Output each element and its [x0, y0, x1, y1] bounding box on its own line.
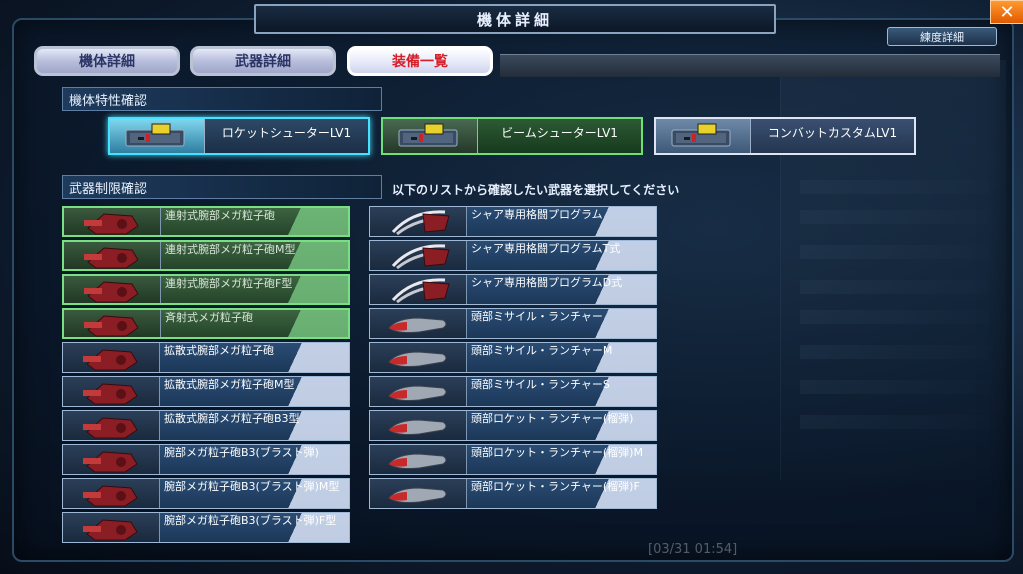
beam-arm-icon [63, 445, 160, 474]
weapon-list-item[interactable]: 腕部メガ粒子砲B3(ブラスト弾)F型 [62, 512, 350, 543]
weapon-label: 頭部ロケット・ランチャー(榴弾) [467, 411, 656, 440]
instruction-text: 以下のリストから確認したい武器を選択してください [392, 183, 680, 197]
weapon-list-item[interactable]: 頭部ミサイル・ランチャーM [369, 342, 657, 373]
weapon-list-item[interactable]: シャア専用格闘プログラムD式 [369, 274, 657, 305]
close-icon: ✕ [999, 1, 1015, 23]
trait-label: コンバットカスタムLV1 [767, 125, 898, 140]
weapon-label: 拡散式腕部メガ粒子砲 [160, 343, 349, 372]
weapon-list-item[interactable]: 連射式腕部メガ粒子砲M型 [62, 240, 350, 271]
window-title: 機体詳細 [254, 4, 776, 34]
trait-item[interactable]: ビームシューターLV1 [381, 117, 643, 155]
trait-label: ロケットシューターLV1 [221, 125, 352, 140]
trait-item[interactable]: ロケットシューターLV1 [108, 117, 370, 155]
trait-item[interactable]: コンバットカスタムLV1 [654, 117, 916, 155]
weapon-label: 斉射式メガ粒子砲 [161, 310, 348, 337]
tab-weapon-detail[interactable]: 武器詳細 [190, 46, 336, 76]
footer-timestamp: [03/31 01:54] [648, 542, 738, 557]
weapon-list-item[interactable]: 拡散式腕部メガ粒子砲B3型 [62, 410, 350, 441]
weapon-list-item[interactable]: 拡散式腕部メガ粒子砲M型 [62, 376, 350, 407]
weapon-list-item[interactable]: 頭部ミサイル・ランチャーS [369, 376, 657, 407]
equipment-chip-icon [656, 119, 751, 153]
beam-arm-icon [64, 242, 161, 269]
beam-arm-icon [64, 208, 161, 235]
beam-arm-icon [63, 411, 160, 440]
weapon-label: 頭部ミサイル・ランチャーS [467, 377, 656, 406]
weapon-list-item[interactable]: 拡散式腕部メガ粒子砲 [62, 342, 350, 373]
beam-arm-icon [63, 513, 160, 542]
weapon-label: 頭部ミサイル・ランチャーM [467, 343, 656, 372]
tab-equipment-list[interactable]: 装備一覧 [347, 46, 493, 76]
missile-icon [370, 411, 467, 440]
weapon-label: 頭部ロケット・ランチャー(榴弾)M [467, 445, 656, 474]
weapon-list-item[interactable]: 頭部ロケット・ランチャー(榴弾)F [369, 478, 657, 509]
weapon-label: シャア専用格闘プログラムT式 [467, 241, 656, 270]
weapon-label: 頭部ロケット・ランチャー(榴弾)F [467, 479, 656, 508]
claw-icon [370, 241, 467, 270]
beam-arm-icon [63, 377, 160, 406]
weapon-list-item[interactable]: 腕部メガ粒子砲B3(ブラスト弾) [62, 444, 350, 475]
weapon-label: 腕部メガ粒子砲B3(ブラスト弾)M型 [160, 479, 349, 508]
weapon-label: シャア専用格闘プログラムD式 [467, 275, 656, 304]
beam-arm-icon [64, 276, 161, 303]
weapon-list-item[interactable]: 連射式腕部メガ粒子砲 [62, 206, 350, 237]
missile-icon [370, 377, 467, 406]
weapon-label: 腕部メガ粒子砲B3(ブラスト弾)F型 [160, 513, 349, 542]
beam-arm-icon [64, 310, 161, 337]
weapon-list-item[interactable]: 頭部ロケット・ランチャー(榴弾)M [369, 444, 657, 475]
missile-icon [370, 479, 467, 508]
weapon-label: 拡散式腕部メガ粒子砲B3型 [160, 411, 349, 440]
weapon-list-item[interactable]: 頭部ミサイル・ランチャー [369, 308, 657, 339]
weapon-label: 腕部メガ粒子砲B3(ブラスト弾) [160, 445, 349, 474]
claw-icon [370, 275, 467, 304]
trait-label: ビームシューターLV1 [501, 125, 618, 140]
weapon-list-item[interactable]: 頭部ロケット・ランチャー(榴弾) [369, 410, 657, 441]
tab-machine-detail[interactable]: 機体詳細 [34, 46, 180, 76]
claw-icon [370, 207, 467, 236]
traits-section-header: 機体特性確認 [62, 87, 382, 111]
weapon-list-item[interactable]: 斉射式メガ粒子砲 [62, 308, 350, 339]
proficiency-detail-button[interactable]: 練度詳細 [887, 27, 997, 46]
equipment-chip-icon [110, 119, 205, 153]
close-button[interactable]: ✕ [990, 0, 1023, 24]
beam-arm-icon [63, 479, 160, 508]
weapon-label: 連射式腕部メガ粒子砲F型 [161, 276, 348, 303]
weapon-list-item[interactable]: 腕部メガ粒子砲B3(ブラスト弾)M型 [62, 478, 350, 509]
beam-arm-icon [63, 343, 160, 372]
weapon-label: 拡散式腕部メガ粒子砲M型 [160, 377, 349, 406]
tab-strip [500, 54, 1000, 77]
weapon-list-item[interactable]: 連射式腕部メガ粒子砲F型 [62, 274, 350, 305]
weapon-label: 連射式腕部メガ粒子砲 [161, 208, 348, 235]
equipment-chip-icon [383, 119, 478, 153]
weapon-list-item[interactable]: シャア専用格闘プログラムT式 [369, 240, 657, 271]
missile-icon [370, 445, 467, 474]
weapon-label: 連射式腕部メガ粒子砲M型 [161, 242, 348, 269]
missile-icon [370, 309, 467, 338]
missile-icon [370, 343, 467, 372]
weapon-label: 頭部ミサイル・ランチャー [467, 309, 656, 338]
weapon-list-item[interactable]: シャア専用格闘プログラム [369, 206, 657, 237]
weapons-section-header: 武器制限確認 [62, 175, 382, 199]
weapon-label: シャア専用格闘プログラム [467, 207, 656, 236]
